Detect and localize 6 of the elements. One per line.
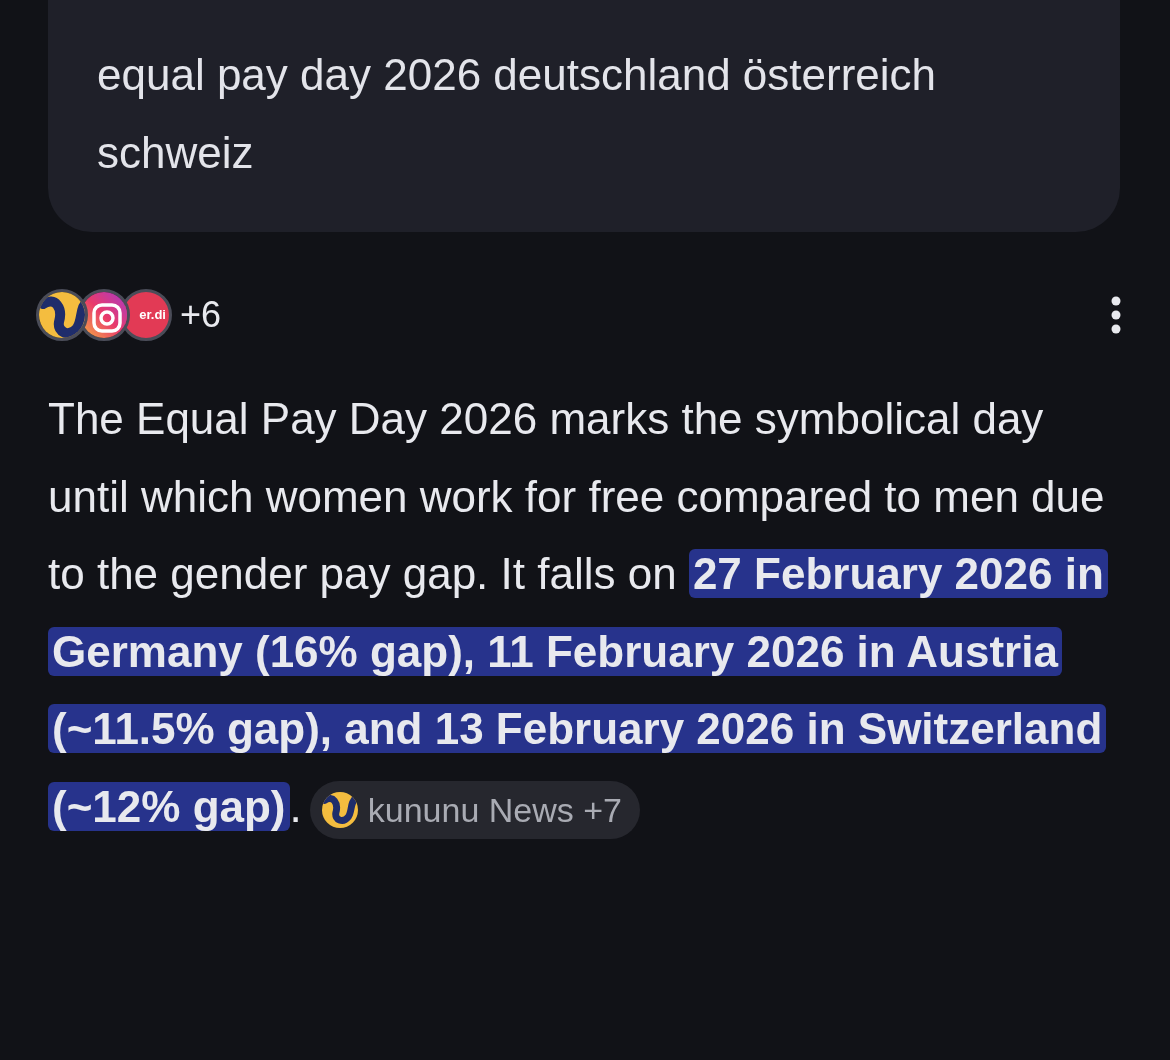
query-bubble: equal pay day 2026 deutschland österreich schweiz [48, 0, 1120, 232]
more-sources-count[interactable]: +6 [180, 288, 222, 342]
source-logo-icon [321, 791, 358, 828]
source-logo[interactable] [36, 289, 88, 341]
citation-chip[interactable]: kununu News +7 [309, 780, 640, 839]
more-options-icon[interactable] [1110, 295, 1122, 335]
